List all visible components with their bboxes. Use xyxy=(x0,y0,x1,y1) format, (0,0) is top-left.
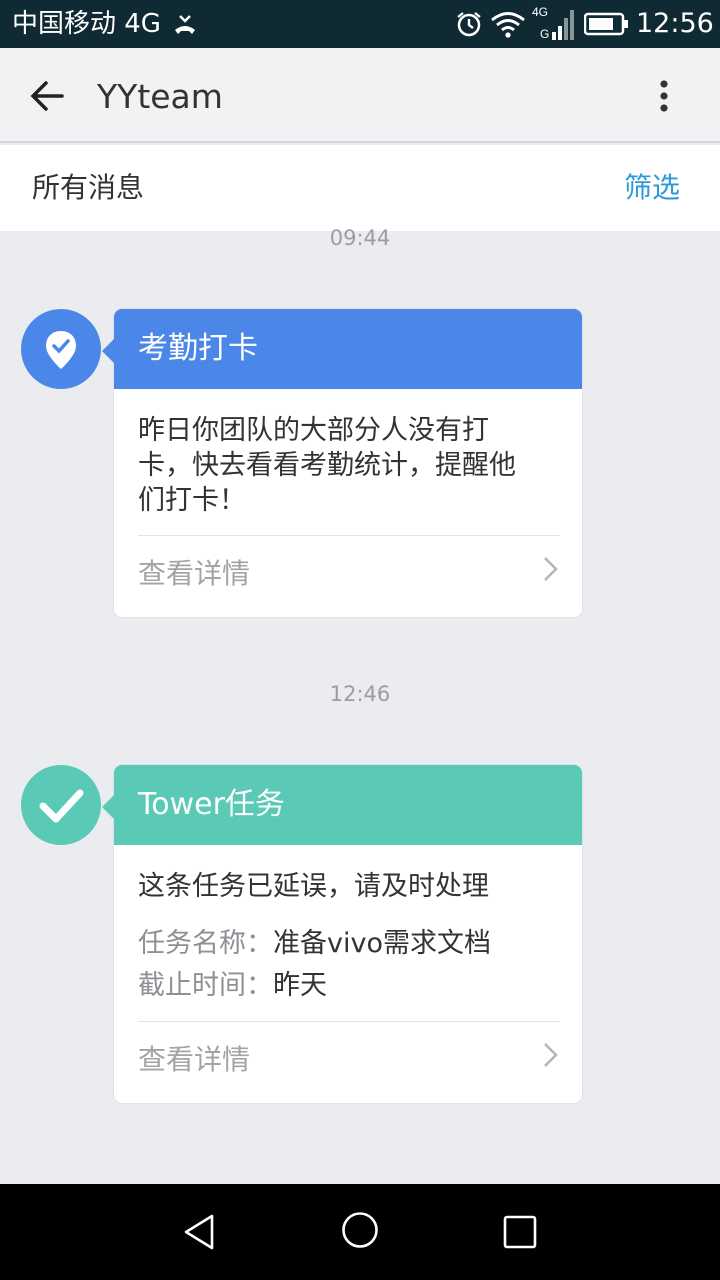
chevron-right-icon xyxy=(544,1043,558,1067)
card-header: 考勤打卡 xyxy=(114,309,582,389)
alarm-icon xyxy=(457,12,481,37)
attendance-card: 考勤打卡 昨日你团队的大部分人没有打 卡，快去看看考勤统计，提醒他 们打卡！ 查… xyxy=(102,309,582,617)
card-body-line: 卡，快去看看考勤统计，提醒他 xyxy=(138,450,516,481)
card-body-line: 们打卡！ xyxy=(138,485,246,516)
svg-text:G: G xyxy=(540,27,549,41)
status-time: 12:56 xyxy=(636,8,714,39)
task-name-label: 任务名称： xyxy=(138,928,273,959)
view-details-label: 查看详情 xyxy=(138,1043,251,1076)
recents-square-icon[interactable] xyxy=(502,1214,538,1250)
home-circle-icon[interactable] xyxy=(340,1210,380,1250)
card-body: 昨日你团队的大部分人没有打 卡，快去看看考勤统计，提醒他 们打卡！ xyxy=(138,413,564,518)
chevron-right-icon xyxy=(544,557,558,581)
app-bar: YYteam xyxy=(0,48,720,143)
system-nav-bar xyxy=(0,1184,720,1280)
status-bar: 中国移动 4G 4G G 12:56 xyxy=(0,0,720,48)
call-end-icon xyxy=(175,15,195,34)
divider xyxy=(138,1021,560,1022)
task-name-row: 任务名称：准备vivo需求文档 xyxy=(138,923,564,965)
divider xyxy=(138,535,560,536)
card-header: Tower任务 xyxy=(114,765,582,845)
battery-icon xyxy=(584,12,628,36)
page-title: YYteam xyxy=(97,77,223,116)
tower-avatar xyxy=(21,765,101,845)
card-pointer xyxy=(102,795,114,819)
due-date-value: 昨天 xyxy=(273,970,327,1001)
view-details-link[interactable]: 查看详情 xyxy=(138,1036,558,1084)
message-timestamp: 12:46 xyxy=(329,682,391,706)
carrier-label: 中国移动 4G xyxy=(12,9,161,39)
attendance-avatar xyxy=(21,309,101,389)
due-date-row: 截止时间：昨天 xyxy=(138,965,564,1007)
view-details-link[interactable]: 查看详情 xyxy=(138,550,558,598)
card-pointer xyxy=(102,339,114,363)
arrow-left-icon[interactable] xyxy=(20,70,76,122)
task-name-value: 准备vivo需求文档 xyxy=(273,928,491,959)
filter-bar: 所有消息 筛选 xyxy=(0,145,720,231)
card-body: 这条任务已延误，请及时处理 xyxy=(138,871,489,902)
message-timestamp: 09:44 xyxy=(329,226,391,246)
wifi-icon xyxy=(491,12,525,38)
back-triangle-icon[interactable] xyxy=(180,1212,220,1252)
filter-button[interactable]: 筛选 xyxy=(624,170,680,206)
tower-task-card: Tower任务 这条任务已延误，请及时处理 任务名称：准备vivo需求文档 截止… xyxy=(102,765,582,1103)
due-date-label: 截止时间： xyxy=(138,970,273,1001)
svg-text:4G: 4G xyxy=(532,5,548,19)
all-messages-label: 所有消息 xyxy=(32,171,145,204)
card-body-line: 昨日你团队的大部分人没有打 xyxy=(138,415,489,446)
checkmark-icon xyxy=(39,789,84,823)
location-check-icon xyxy=(46,331,76,369)
view-details-label: 查看详情 xyxy=(138,557,251,590)
signal-icon: 4G G xyxy=(532,5,574,41)
more-vertical-icon[interactable] xyxy=(644,70,684,122)
